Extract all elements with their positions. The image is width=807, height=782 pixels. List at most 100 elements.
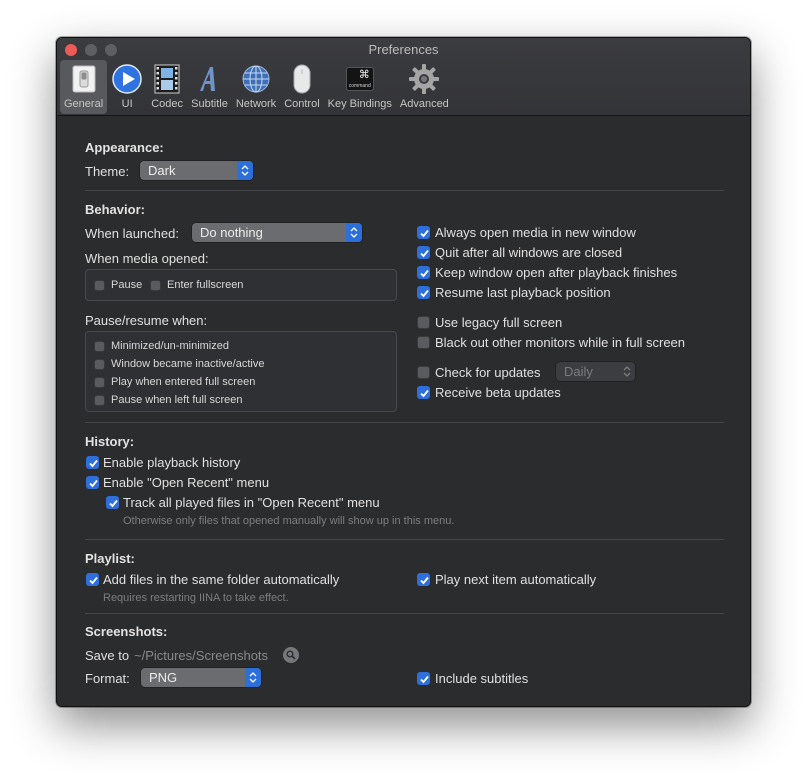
pause-fullscreen-label: Pause when left full screen xyxy=(111,394,243,406)
resume-last-position-label: Resume last playback position xyxy=(435,285,611,300)
quit-after-closed-label: Quit after all windows are closed xyxy=(435,245,623,260)
format-popup[interactable]: PNG xyxy=(141,668,261,687)
minimized-label: Minimized/un-minimized xyxy=(111,340,229,352)
popup-arrows-icon xyxy=(237,161,253,180)
tab-general-label: General xyxy=(64,98,104,110)
include-subtitles-checkbox[interactable] xyxy=(417,672,430,685)
preferences-window: Preferences General UI Codec Subtitle Ne… xyxy=(56,37,751,707)
black-out-monitors-label: Black out other monitors while in full s… xyxy=(435,335,686,350)
play-button-icon xyxy=(111,63,143,95)
search-icon xyxy=(286,650,296,660)
divider xyxy=(85,190,724,191)
command-key-icon: ⌘ command xyxy=(344,63,376,95)
check-updates-label: Check for updates xyxy=(435,365,541,380)
tab-control-label: Control xyxy=(284,98,320,110)
tab-general[interactable]: General xyxy=(60,60,108,114)
general-switch-icon xyxy=(68,63,100,95)
enter-fullscreen-checkbox[interactable] xyxy=(150,280,161,291)
inactive-label: Window became inactive/active xyxy=(111,358,265,370)
tab-codec-label: Codec xyxy=(151,98,184,110)
film-strip-icon xyxy=(151,63,183,95)
globe-icon xyxy=(240,63,272,95)
screenshots-section-title: Screenshots: xyxy=(85,624,168,639)
play-next-label: Play next item automatically xyxy=(435,572,597,587)
divider xyxy=(85,613,724,614)
track-all-played-label: Track all played files in "Open Recent" … xyxy=(123,495,380,510)
divider xyxy=(85,422,724,423)
tab-subtitle-label: Subtitle xyxy=(191,98,228,110)
enter-fullscreen-label: Enter fullscreen xyxy=(167,279,244,291)
minimized-checkbox[interactable] xyxy=(94,341,105,352)
play-fullscreen-checkbox[interactable] xyxy=(94,377,105,388)
update-interval-popup[interactable]: Daily xyxy=(556,362,635,381)
when-launched-popup[interactable]: Do nothing xyxy=(192,223,362,242)
pause-checkbox[interactable] xyxy=(94,280,105,291)
mouse-icon xyxy=(286,63,318,95)
theme-popup[interactable]: Dark xyxy=(140,161,253,180)
appearance-section-title: Appearance: xyxy=(85,140,164,155)
add-same-folder-hint: Requires restarting IINA to take effect. xyxy=(103,592,289,604)
tab-codec[interactable]: Codec xyxy=(147,60,187,114)
titlebar: Preferences General UI Codec Subtitle Ne… xyxy=(57,38,750,116)
general-preferences-pane: Appearance: Theme: Dark Behavior: When l… xyxy=(57,117,750,706)
enable-open-recent-label: Enable "Open Recent" menu xyxy=(103,475,270,490)
tab-ui[interactable]: UI xyxy=(107,60,147,114)
pause-label: Pause xyxy=(111,279,143,291)
tab-ui-label: UI xyxy=(121,98,133,110)
theme-value: Dark xyxy=(148,163,176,178)
letter-a-icon xyxy=(193,63,225,95)
legacy-fullscreen-checkbox[interactable] xyxy=(417,316,430,329)
media-opened-box: Pause Enter fullscreen xyxy=(85,269,397,301)
window-title: Preferences xyxy=(368,42,439,57)
enable-history-checkbox[interactable] xyxy=(86,456,99,469)
history-section-title: History: xyxy=(85,434,135,449)
tab-key-bindings[interactable]: ⌘ command Key Bindings xyxy=(324,60,396,114)
when-launched-label: When launched: xyxy=(85,226,179,241)
track-all-played-checkbox[interactable] xyxy=(106,496,119,509)
quit-after-closed-checkbox[interactable] xyxy=(417,246,430,259)
resume-last-position-checkbox[interactable] xyxy=(417,286,430,299)
tab-control[interactable]: Control xyxy=(280,60,323,114)
when-launched-value: Do nothing xyxy=(200,225,263,240)
preferences-toolbar: General UI Codec Subtitle Network Contro… xyxy=(60,60,453,114)
enable-open-recent-checkbox[interactable] xyxy=(86,476,99,489)
beta-updates-label: Receive beta updates xyxy=(435,385,561,400)
save-path: ~/Pictures/Screenshots xyxy=(134,648,269,663)
save-to-label: Save to xyxy=(85,648,130,663)
add-same-folder-checkbox[interactable] xyxy=(86,573,99,586)
theme-label: Theme: xyxy=(85,164,130,179)
legacy-fullscreen-label: Use legacy full screen xyxy=(435,315,563,330)
reveal-folder-button[interactable] xyxy=(283,647,299,663)
check-updates-checkbox[interactable] xyxy=(417,366,430,379)
popup-arrows-icon xyxy=(619,362,635,381)
keep-window-open-checkbox[interactable] xyxy=(417,266,430,279)
pause-resume-box: Minimized/un-minimized Window became ina… xyxy=(85,331,397,412)
popup-arrows-icon xyxy=(346,223,362,242)
format-label: Format: xyxy=(85,671,130,686)
when-media-opened-label: When media opened: xyxy=(85,251,209,266)
beta-updates-checkbox[interactable] xyxy=(417,386,430,399)
tab-advanced-label: Advanced xyxy=(399,98,449,110)
tab-advanced[interactable]: Advanced xyxy=(396,60,453,114)
pause-fullscreen-checkbox[interactable] xyxy=(94,395,105,406)
tab-subtitle[interactable]: Subtitle xyxy=(187,60,232,114)
gear-icon xyxy=(408,63,440,95)
play-next-checkbox[interactable] xyxy=(417,573,430,586)
behavior-section-title: Behavior: xyxy=(85,202,145,217)
keep-window-open-label: Keep window open after playback finishes xyxy=(435,265,678,280)
tab-network-label: Network xyxy=(235,98,277,110)
tab-network[interactable]: Network xyxy=(232,60,280,114)
enable-history-label: Enable playback history xyxy=(103,455,241,470)
play-fullscreen-label: Play when entered full screen xyxy=(111,376,256,388)
popup-arrows-icon xyxy=(245,668,261,687)
update-interval-value: Daily xyxy=(564,364,593,379)
include-subtitles-label: Include subtitles xyxy=(435,671,529,686)
inactive-checkbox[interactable] xyxy=(94,359,105,370)
command-key-caption: command xyxy=(348,83,371,89)
tab-key-bindings-label: Key Bindings xyxy=(327,98,392,110)
playlist-section-title: Playlist: xyxy=(85,551,135,566)
black-out-monitors-checkbox[interactable] xyxy=(417,336,430,349)
track-hint: Otherwise only files that opened manuall… xyxy=(123,515,455,527)
pause-resume-label: Pause/resume when: xyxy=(85,313,208,328)
always-open-new-window-checkbox[interactable] xyxy=(417,226,430,239)
